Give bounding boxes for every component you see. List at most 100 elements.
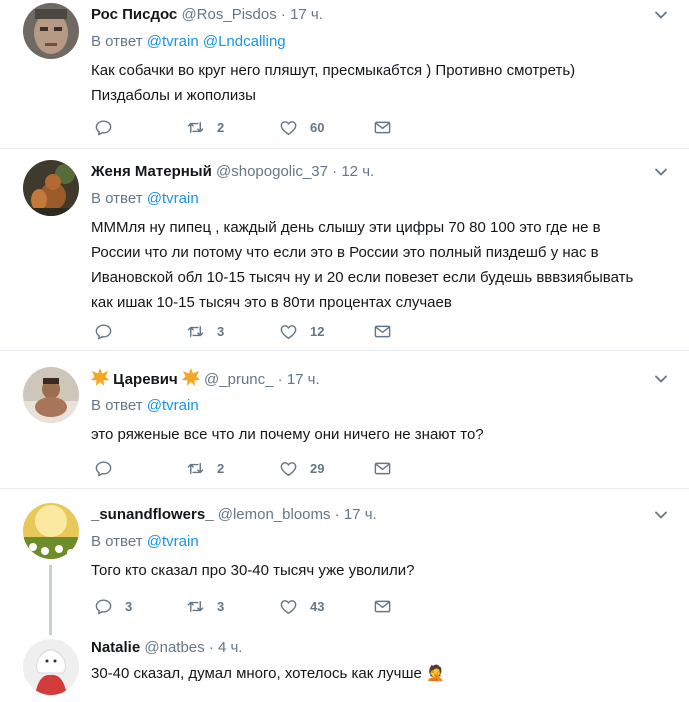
tweet-feed: Рос Писдос @Ros_Pisdos · 17 ч. В ответ @… [0, 0, 689, 702]
reply-icon [94, 459, 113, 478]
mention-link[interactable]: @tvrain [147, 533, 199, 550]
reply-context: В ответ @tvrain @Lndcalling [91, 32, 669, 52]
like-count: 29 [310, 460, 325, 476]
retweet-button[interactable]: 2 [186, 116, 224, 138]
avatar[interactable] [23, 503, 79, 559]
tweet-header: Царевич @_prunc_ · 17 ч. [91, 368, 669, 390]
retweet-icon [186, 322, 205, 341]
retweet-button[interactable]: 2 [186, 457, 224, 479]
chevron-down-icon[interactable] [653, 164, 669, 180]
tweet[interactable]: _sunandflowers_ @lemon_blooms · 17 ч. В … [0, 489, 689, 627]
direct-message-button[interactable] [373, 457, 392, 479]
like-button[interactable]: 12 [279, 320, 324, 342]
reply-prefix: В ответ [91, 33, 143, 50]
tweet-header: Natalie @natbes · 4 ч. [91, 637, 669, 659]
tweet[interactable]: Рос Писдос @Ros_Pisdos · 17 ч. В ответ @… [0, 0, 689, 149]
like-count: 12 [310, 323, 325, 339]
timestamp[interactable]: 12 ч. [341, 163, 374, 180]
reply-button[interactable] [94, 320, 125, 342]
tweet-actions: 3 3 43 [91, 595, 411, 617]
chevron-down-icon[interactable] [653, 7, 669, 23]
reply-icon [94, 597, 113, 616]
tweet-header: Женя Матерный @shopogolic_37 · 12 ч. [91, 161, 669, 183]
reply-button[interactable] [94, 116, 125, 138]
like-count: 43 [310, 598, 325, 614]
like-button[interactable]: 43 [279, 595, 324, 617]
reply-button[interactable]: 3 [94, 595, 132, 617]
envelope-icon [373, 459, 392, 478]
reply-count: 3 [125, 598, 133, 614]
envelope-icon [373, 118, 392, 137]
sun-emoji-icon [91, 368, 109, 393]
reply-prefix: В ответ [91, 533, 143, 550]
avatar[interactable] [23, 367, 79, 423]
thread-connector [49, 627, 52, 635]
tweet-actions: 2 60 [91, 116, 411, 138]
retweet-count: 2 [217, 460, 225, 476]
tweet-header: Рос Писдос @Ros_Pisdos · 17 ч. [91, 4, 669, 26]
tweet[interactable]: Женя Матерный @shopogolic_37 · 12 ч. В о… [0, 149, 689, 351]
retweet-count: 3 [217, 598, 225, 614]
display-name[interactable]: _sunandflowers_ [91, 506, 214, 523]
sun-emoji-icon [181, 368, 200, 393]
like-count: 60 [310, 119, 325, 135]
timestamp[interactable]: 17 ч. [287, 371, 320, 388]
reply-context: В ответ @tvrain [91, 396, 669, 416]
tweet[interactable]: Natalie @natbes · 4 ч. 30-40 сказал, дум… [0, 627, 689, 702]
reply-button[interactable] [94, 457, 125, 479]
chevron-down-icon[interactable] [653, 371, 669, 387]
retweet-count: 3 [217, 323, 225, 339]
avatar[interactable] [23, 639, 79, 695]
user-handle[interactable]: @_prunc_ [204, 371, 273, 388]
direct-message-button[interactable] [373, 320, 392, 342]
display-name[interactable]: Женя Матерный [91, 163, 212, 180]
display-name[interactable]: Рос Писдос [91, 6, 177, 23]
display-name[interactable]: Царевич [113, 371, 178, 388]
heart-icon [279, 118, 298, 137]
chevron-down-icon[interactable] [653, 507, 669, 523]
user-handle[interactable]: @Ros_Pisdos [181, 6, 276, 23]
reply-prefix: В ответ [91, 397, 143, 414]
timestamp[interactable]: 17 ч. [344, 506, 377, 523]
separator-dot: · [277, 371, 283, 388]
separator-dot: · [332, 163, 338, 180]
avatar[interactable] [23, 3, 79, 59]
retweet-icon [186, 118, 205, 137]
direct-message-button[interactable] [373, 595, 392, 617]
like-button[interactable]: 60 [279, 116, 324, 138]
avatar[interactable] [23, 160, 79, 216]
heart-icon [279, 322, 298, 341]
reply-context: В ответ @tvrain [91, 532, 669, 552]
retweet-button[interactable]: 3 [186, 320, 224, 342]
reply-prefix: В ответ [91, 190, 143, 207]
timestamp[interactable]: 17 ч. [290, 6, 323, 23]
envelope-icon [373, 322, 392, 341]
timestamp[interactable]: 4 ч. [218, 639, 243, 656]
separator-dot: · [334, 506, 340, 523]
mention-link[interactable]: @tvrain [147, 397, 199, 414]
tweet-header: _sunandflowers_ @lemon_blooms · 17 ч. [91, 504, 669, 526]
tweet[interactable]: Царевич @_prunc_ · 17 ч. В ответ @tvrain… [0, 351, 689, 489]
user-handle[interactable]: @natbes [144, 639, 204, 656]
mention-link[interactable]: @tvrain [147, 190, 199, 207]
like-button[interactable]: 29 [279, 457, 324, 479]
user-handle[interactable]: @lemon_blooms [218, 506, 331, 523]
mention-link[interactable]: @Lndcalling [203, 33, 286, 50]
retweet-icon [186, 459, 205, 478]
tweet-text: МММля ну пипец , каждый день слышу эти ц… [91, 219, 634, 311]
display-name[interactable]: Natalie [91, 639, 140, 656]
tweet-actions: 3 12 [91, 320, 411, 342]
mention-link[interactable]: @tvrain [147, 33, 199, 50]
heart-icon [279, 597, 298, 616]
direct-message-button[interactable] [373, 116, 392, 138]
separator-dot: · [280, 6, 286, 23]
user-handle[interactable]: @shopogolic_37 [216, 163, 328, 180]
tweet-text: 30-40 сказал, думал много, хотелось как … [91, 665, 445, 682]
heart-icon [279, 459, 298, 478]
retweet-count: 2 [217, 119, 225, 135]
reply-icon [94, 118, 113, 137]
retweet-button[interactable]: 3 [186, 595, 224, 617]
reply-context: В ответ @tvrain [91, 189, 669, 209]
tweet-actions: 2 29 [91, 457, 411, 479]
tweet-text: это ряженые все что ли почему они ничего… [91, 426, 484, 443]
